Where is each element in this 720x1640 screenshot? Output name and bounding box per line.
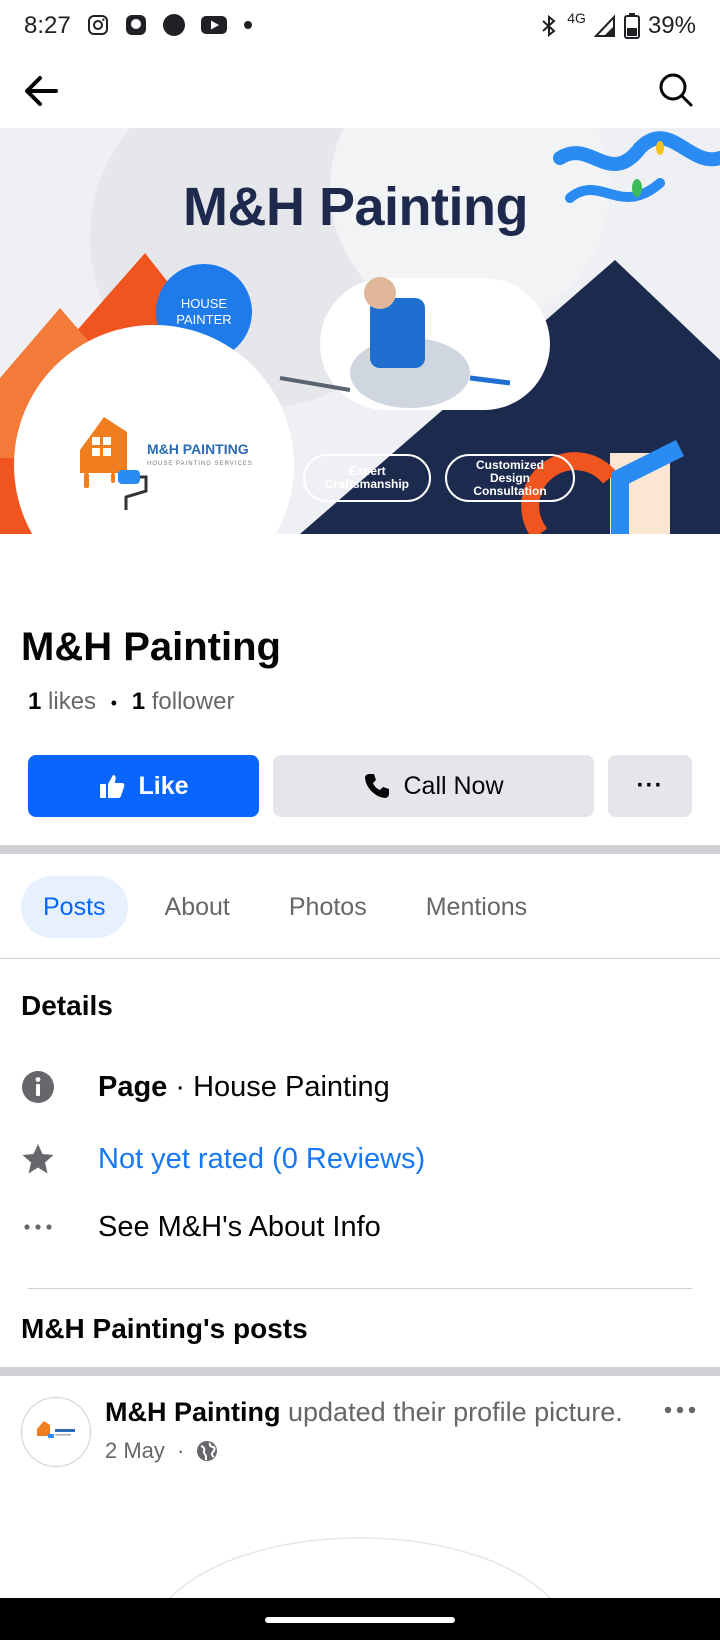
likes-label: likes	[48, 688, 97, 715]
cover-title: M&H Painting	[183, 177, 528, 237]
profile-picture[interactable]: M&H PAINTING HOUSE PAINTING SERVICES	[14, 325, 294, 605]
notification-icons	[86, 13, 254, 37]
signal-icon	[593, 14, 615, 37]
back-arrow-icon[interactable]	[20, 70, 62, 112]
profile-tabs: Posts About Photos Mentions	[21, 876, 527, 938]
post-menu-icon[interactable]	[660, 1395, 700, 1425]
more-dots-icon: ···	[636, 772, 664, 799]
like-label: Like	[138, 771, 189, 800]
call-now-button[interactable]: Call Now	[273, 755, 594, 817]
post-meta: 2 May ·	[105, 1438, 218, 1464]
detail-about-info[interactable]: See M&H's About Info	[21, 1210, 381, 1244]
more-horizontal-icon	[24, 1224, 52, 1230]
search-icon[interactable]	[656, 70, 696, 110]
likes-count: 1	[28, 688, 42, 715]
battery-level: 39%	[647, 12, 696, 39]
info-icon	[22, 1071, 54, 1103]
stats-separator: •	[110, 693, 118, 713]
post-author[interactable]: M&H Painting	[105, 1397, 281, 1427]
cover-pill-craftsmanship: Expert Craftsmanship	[303, 454, 431, 502]
call-now-label: Call Now	[403, 771, 504, 800]
post-meta-sep: ·	[170, 1438, 191, 1463]
posts-heading: M&H Painting's posts	[21, 1313, 308, 1344]
app-icon	[126, 15, 146, 35]
instagram-icon	[88, 15, 108, 35]
app-bar	[0, 52, 720, 128]
followers-count: 1	[131, 688, 146, 715]
cover-pill-consultation: Customized Design Consultation	[445, 454, 575, 502]
logo-name: M&H PAINTING	[147, 441, 249, 457]
status-bar: 8:27 4G 39%	[0, 0, 720, 52]
battery-icon	[623, 13, 640, 39]
followers-label: follower	[151, 688, 235, 715]
page-type-label: Page	[98, 1070, 168, 1103]
detail-page-type: Page · House Painting	[21, 1070, 390, 1104]
post-header: M&H Painting updated their profile pictu…	[105, 1397, 665, 1428]
page-stats: 1 likes • 1 follower	[28, 688, 234, 716]
home-indicator[interactable]	[265, 1617, 455, 1623]
logo-tagline: HOUSE PAINTING SERVICES	[147, 461, 253, 467]
network-type: 4G	[567, 10, 586, 26]
post-image-edge	[169, 1537, 551, 1598]
circle-icon	[163, 14, 185, 36]
thumbs-up-icon	[100, 775, 125, 798]
tab-about[interactable]: About	[165, 876, 230, 938]
tab-mentions[interactable]: Mentions	[426, 876, 527, 938]
tabs-border	[0, 958, 720, 959]
posts-divider	[0, 1367, 720, 1376]
section-divider	[0, 845, 720, 854]
status-right: 4G 39%	[539, 10, 696, 40]
tab-posts[interactable]: Posts	[21, 876, 128, 938]
youtube-icon	[201, 16, 227, 34]
globe-icon	[197, 1441, 218, 1461]
post-date[interactable]: 2 May	[105, 1438, 165, 1464]
dot-icon	[244, 21, 252, 29]
star-icon	[22, 1144, 54, 1174]
bluetooth-icon	[542, 14, 556, 38]
details-rule	[28, 1288, 692, 1289]
rating-link[interactable]: Not yet rated (0 Reviews)	[98, 1143, 425, 1176]
page-title: M&H Painting	[21, 625, 281, 669]
tab-photos[interactable]: Photos	[289, 876, 367, 938]
about-info-link[interactable]: See M&H's About Info	[98, 1211, 381, 1244]
post-action: updated their profile picture.	[280, 1397, 623, 1427]
status-time: 8:27	[24, 12, 71, 39]
detail-rating: Not yet rated (0 Reviews)	[21, 1142, 425, 1176]
house-logo-icon	[37, 1421, 75, 1438]
more-options-button[interactable]: ···	[608, 755, 692, 817]
post-avatar[interactable]	[21, 1397, 91, 1467]
page-type-value: House Painting	[193, 1070, 390, 1103]
phone-icon	[365, 774, 390, 798]
page-type-sep: ·	[167, 1070, 194, 1103]
details-heading: Details	[21, 990, 113, 1021]
like-button[interactable]: Like	[28, 755, 259, 817]
